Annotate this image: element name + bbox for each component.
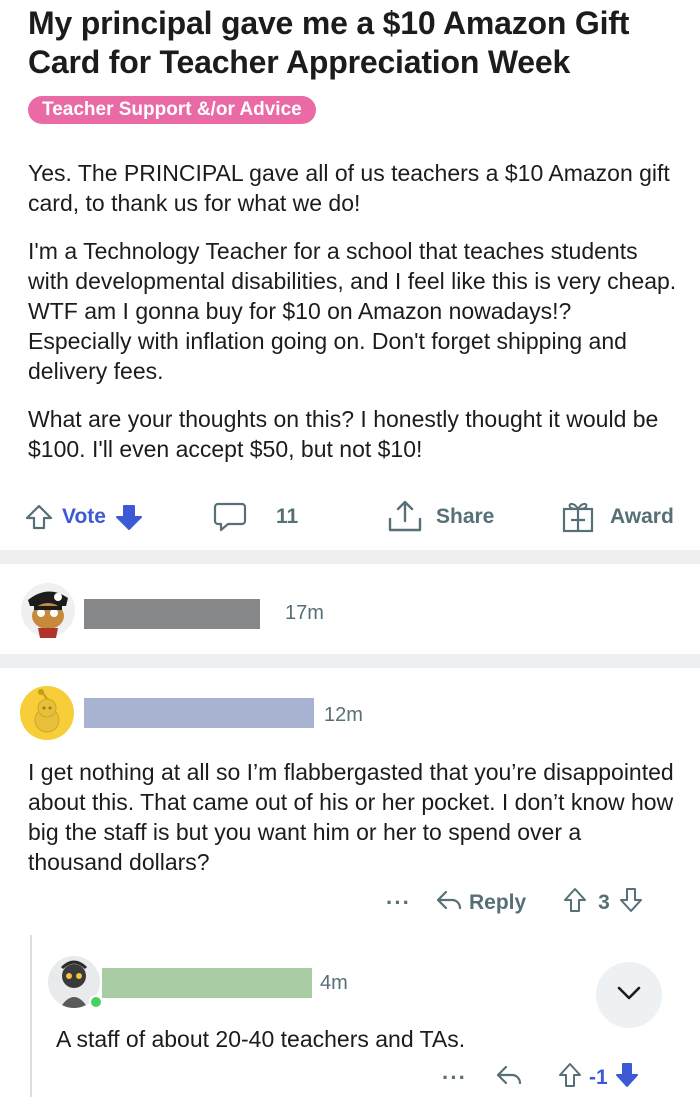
more-options-button[interactable]: ··· [386,890,411,916]
comment-count: 11 [276,505,299,528]
award-label: Award [610,505,674,528]
comment-action-bar: ··· -1 [442,1062,640,1094]
post-paragraph: Yes. The PRINCIPAL gave all of us teache… [28,160,670,216]
comment-action-bar: ··· Reply 3 [386,887,644,919]
username-redacted [84,599,260,629]
comment-time: 17m [285,602,324,624]
share-button[interactable]: Share [386,496,494,538]
vote-label: Vote [62,505,106,528]
downvote-icon[interactable] [114,502,144,532]
post-paragraph: What are your thoughts on this? I honest… [28,406,659,462]
comment-reply: 4m A staff of about 20-40 teachers and T… [0,940,700,1097]
comment-score: 3 [598,891,610,914]
reply-label: Reply [468,891,527,914]
post-title[interactable]: My principal gave me a $10 Amazon Gift C… [28,4,678,82]
comment-collapsed[interactable]: 17m [0,564,700,654]
section-divider [0,654,700,668]
share-icon [386,499,424,535]
username-redacted [102,968,312,998]
comment-time: 12m [324,704,363,726]
avatar[interactable] [20,578,76,640]
downvote-icon[interactable] [618,886,644,920]
comment-score: -1 [588,1066,608,1089]
collapse-thread-button[interactable] [596,962,662,1028]
comment-icon [212,499,248,535]
post-paragraph: I'm a Technology Teacher for a school th… [28,238,677,384]
upvote-icon[interactable] [24,502,54,532]
post-body: Yes. The PRINCIPAL gave all of us teache… [28,158,678,482]
more-options-button[interactable]: ··· [442,1065,467,1091]
reply-icon[interactable] [495,1063,523,1093]
award-icon [560,499,596,535]
comments-button[interactable]: 11 [212,496,298,538]
comment-time: 4m [320,972,348,994]
chevron-down-icon [616,985,642,1006]
comment: 12m I get nothing at all so I’m flabberg… [0,668,700,928]
section-divider [0,550,700,564]
online-status-indicator [89,995,103,1009]
post-flair[interactable]: Teacher Support &/or Advice [28,96,316,124]
reply-button[interactable]: Reply [435,888,526,918]
vote-control: Vote [24,496,144,538]
award-button[interactable]: Award [560,496,674,538]
reply-icon [435,888,463,918]
comment-body: I get nothing at all so I’m flabbergaste… [28,759,674,875]
post-action-bar: Vote 11 Share Award [0,496,700,538]
share-label: Share [436,505,495,528]
username-redacted [84,698,314,728]
upvote-icon[interactable] [562,886,588,920]
upvote-icon[interactable] [557,1061,583,1095]
avatar[interactable] [20,686,74,740]
downvote-icon[interactable] [614,1061,640,1095]
comment-body: A staff of about 20-40 teachers and TAs. [56,1026,466,1052]
